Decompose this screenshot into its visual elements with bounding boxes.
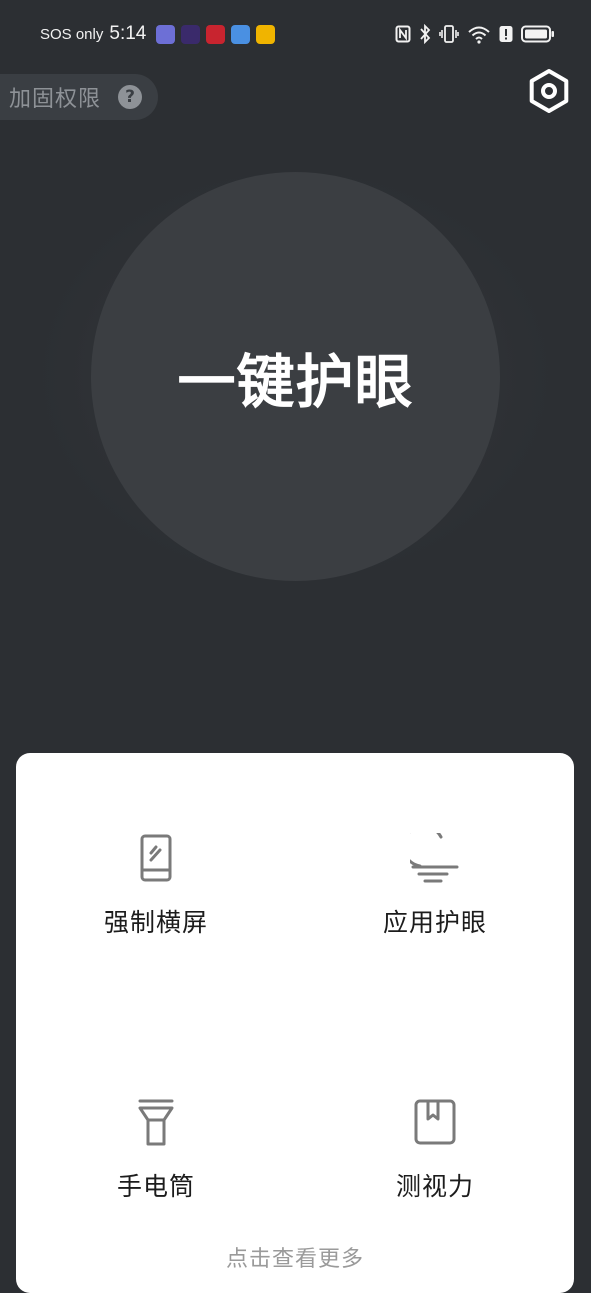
- network-status: SOS only: [40, 25, 104, 43]
- flashlight-label: 手电筒: [116, 1172, 195, 1201]
- phone-rotate-icon: [140, 834, 172, 882]
- app-eye-protection-label: 应用护眼: [382, 908, 487, 937]
- see-more-link[interactable]: 点击查看更多: [16, 1241, 574, 1273]
- vibrate-icon: [439, 25, 459, 43]
- features-card: 强制横屏 应用护眼 手电筒 测视力 点击查看更多: [16, 753, 574, 1293]
- status-bar: SOS only 5:14: [0, 0, 591, 66]
- app-notification-icon-1: [156, 24, 176, 44]
- status-bar-right: [395, 22, 555, 46]
- app-notification-icon-5: [256, 24, 276, 44]
- eye-test-label: 测视力: [395, 1172, 474, 1201]
- eye-chart-book-icon: [414, 1099, 456, 1145]
- help-icon[interactable]: ?: [118, 85, 142, 109]
- clock: 5:14: [109, 23, 147, 44]
- app-notification-icon-3: [206, 24, 226, 44]
- force-landscape-label: 强制横屏: [103, 908, 208, 937]
- app-eye-protection-button[interactable]: 应用护眼: [335, 833, 535, 939]
- app-notification-icon-4: [231, 24, 251, 44]
- wifi-icon: [468, 26, 490, 44]
- reinforce-permission-label: 加固权限: [9, 87, 102, 112]
- force-landscape-button[interactable]: 强制横屏: [56, 833, 256, 939]
- eye-test-button[interactable]: 测视力: [335, 1097, 535, 1203]
- reinforce-permission-button[interactable]: 加固权限 ?: [0, 74, 158, 120]
- nfc-icon: [395, 25, 411, 43]
- eye-protection-label: 一键护眼: [177, 347, 414, 416]
- battery-icon: [521, 25, 554, 43]
- eye-protection-toggle-button[interactable]: 一键护眼: [91, 172, 500, 581]
- settings-icon[interactable]: [526, 68, 572, 114]
- bluetooth-icon: [420, 24, 431, 44]
- alert-icon: [499, 26, 513, 42]
- moon-icon: [410, 833, 459, 883]
- status-bar-left: SOS only 5:14: [40, 20, 276, 48]
- app-notification-icon-2: [181, 24, 201, 44]
- flashlight-icon: [138, 1099, 174, 1146]
- flashlight-button[interactable]: 手电筒: [56, 1097, 256, 1203]
